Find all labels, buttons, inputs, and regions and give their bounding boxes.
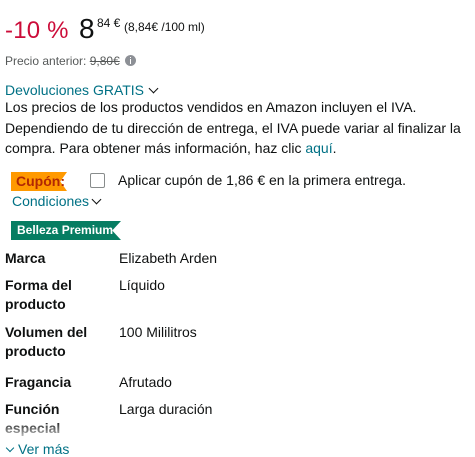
- coupon-row: Cupón: Aplicar cupón de 1,86 € en la pri…: [5, 170, 470, 192]
- spec-value: 100 Mililitros: [119, 324, 197, 340]
- premium-badge-label: Belleza Premium: [17, 223, 114, 237]
- iva-notice-end: .: [332, 140, 337, 156]
- spec-key: Fragancia: [5, 374, 72, 390]
- spec-key: Forma del producto: [5, 277, 72, 312]
- previous-price-value: 9,80€: [89, 54, 120, 68]
- see-more-label[interactable]: Ver más: [18, 441, 69, 457]
- spec-key: Marca: [5, 250, 46, 266]
- coupon-badge-label: Cupón:: [16, 173, 65, 189]
- free-returns-label[interactable]: Devoluciones GRATIS: [5, 82, 144, 98]
- chevron-down-icon[interactable]: [5, 443, 15, 453]
- info-icon[interactable]: [125, 55, 137, 66]
- price-fraction: 84 €: [97, 16, 121, 30]
- free-returns-link[interactable]: Devoluciones GRATIS: [5, 82, 159, 98]
- see-more-link[interactable]: Ver más: [5, 441, 69, 457]
- chevron-down-icon[interactable]: [91, 194, 102, 205]
- apply-coupon-label[interactable]: Aplicar cupón de 1,86 € en la primera en…: [118, 172, 406, 188]
- spec-value: Líquido: [119, 277, 165, 293]
- spec-value: Elizabeth Arden: [119, 250, 218, 266]
- previous-price: Precio anterior: 9,80€: [5, 54, 137, 68]
- unit-price: (8,84€ /100 ml): [124, 20, 205, 34]
- chevron-down-icon[interactable]: [148, 83, 159, 94]
- iva-info-link[interactable]: aquí: [305, 140, 332, 156]
- spec-key: Volumen del producto: [5, 324, 88, 359]
- spec-fade-overlay: [5, 420, 475, 442]
- previous-price-label: Precio anterior:: [5, 54, 87, 68]
- iva-notice-text: Los precios de los productos vendidos en…: [5, 99, 461, 156]
- price-whole: 8: [79, 13, 95, 44]
- discount-percentage: -10 %: [5, 17, 69, 44]
- iva-notice: Los precios de los productos vendidos en…: [5, 97, 470, 159]
- coupon-conditions-label[interactable]: Condiciones: [12, 193, 89, 209]
- spec-value: Afrutado: [119, 374, 172, 390]
- coupon-conditions-link[interactable]: Condiciones: [12, 193, 102, 209]
- belleza-premium-badge: Belleza Premium: [11, 221, 121, 240]
- spec-value: Larga duración: [119, 401, 213, 417]
- apply-coupon-checkbox[interactable]: [90, 173, 105, 188]
